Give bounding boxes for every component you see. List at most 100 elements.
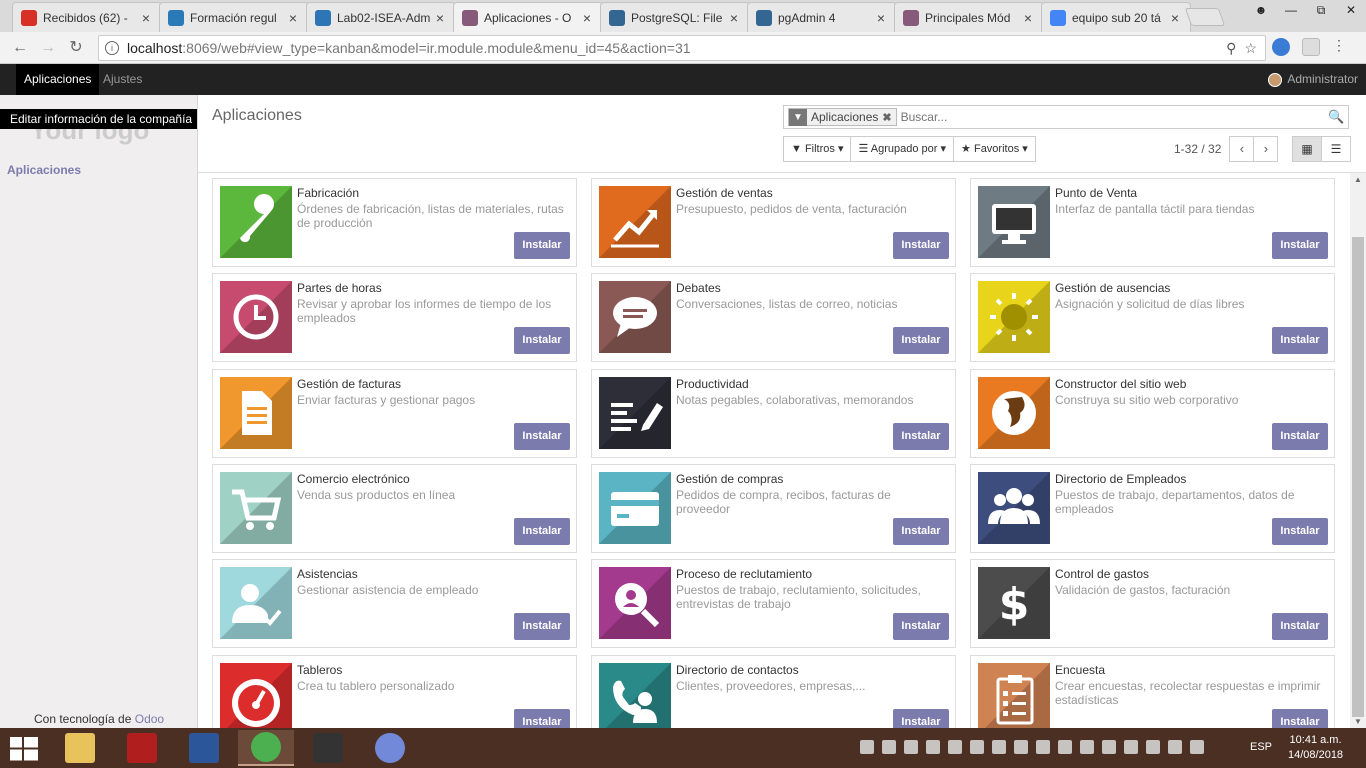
cloud-tray-icon[interactable] xyxy=(992,740,1006,754)
flag-icon[interactable] xyxy=(1146,740,1160,754)
remove-facet-icon[interactable]: ✖ xyxy=(882,111,895,124)
clock[interactable]: 10:41 a.m. 14/08/2018 xyxy=(1288,733,1343,763)
wifi-icon[interactable] xyxy=(1168,740,1182,754)
close-tab-icon[interactable]: × xyxy=(1168,10,1182,26)
pager-next-button[interactable]: › xyxy=(1253,136,1279,162)
close-tab-icon[interactable]: × xyxy=(286,10,300,26)
close-tab-icon[interactable]: × xyxy=(433,10,447,26)
scrollbar-thumb[interactable] xyxy=(1352,237,1364,717)
close-tab-icon[interactable]: × xyxy=(1021,10,1035,26)
app-card[interactable]: Constructor del sitio web Construya su si… xyxy=(970,369,1335,458)
volume-icon[interactable] xyxy=(1014,740,1028,754)
nav-ajustes[interactable]: Ajustes xyxy=(95,64,150,95)
install-button[interactable]: Instalar xyxy=(1272,423,1328,450)
app-card[interactable]: Directorio de contactos Clientes, proveed… xyxy=(591,655,956,728)
new-tab-button[interactable] xyxy=(1184,8,1226,26)
app-card[interactable]: $ Control de gastos Validación de gastos, … xyxy=(970,559,1335,648)
postgres-tray-icon[interactable] xyxy=(860,740,874,754)
app-card[interactable]: Directorio de Empleados Puestos de trabaj… xyxy=(970,464,1335,553)
zoom-search-icon[interactable]: ⚲ xyxy=(1226,40,1236,57)
info-icon[interactable]: i xyxy=(105,41,119,55)
browser-tab[interactable]: equipo sub 20 tá × xyxy=(1041,2,1191,32)
lightning-tray-icon[interactable] xyxy=(970,740,984,754)
browser-tab[interactable]: Recibidos (62) - × xyxy=(12,2,162,32)
extension-box-icon[interactable] xyxy=(1302,38,1320,56)
install-button[interactable]: Instalar xyxy=(1272,613,1328,640)
copy-tray-icon[interactable] xyxy=(948,740,962,754)
install-button[interactable]: Instalar xyxy=(893,423,949,450)
minimize-button[interactable]: — xyxy=(1276,0,1306,20)
install-button[interactable]: Instalar xyxy=(514,423,570,450)
chat-bubble-icon[interactable] xyxy=(1190,740,1204,754)
reload-button[interactable]: ↻ xyxy=(66,38,86,58)
nav-aplicaciones[interactable]: Aplicaciones xyxy=(16,64,100,95)
app-card[interactable]: Punto de Venta Interfaz de pantalla tácti… xyxy=(970,178,1335,267)
app-card[interactable]: Encuesta Crear encuestas, recolectar resp… xyxy=(970,655,1335,728)
search-input[interactable] xyxy=(900,107,1328,127)
power-icon[interactable] xyxy=(1058,740,1072,754)
mouse-tray-icon[interactable] xyxy=(904,740,918,754)
list-view-button[interactable]: ☰ xyxy=(1321,136,1351,162)
app-card[interactable]: Comercio electrónico Venda sus productos … xyxy=(212,464,577,553)
app-card[interactable]: Asistencias Gestionar asistencia de emple… xyxy=(212,559,577,648)
install-button[interactable]: Instalar xyxy=(1272,709,1328,728)
forward-button[interactable]: → xyxy=(38,38,58,58)
install-button[interactable]: Instalar xyxy=(1272,327,1328,354)
install-button[interactable]: Instalar xyxy=(893,232,949,259)
app-card[interactable]: Gestión de ausencias Asignación y solicit… xyxy=(970,273,1335,362)
maximize-button[interactable]: ⧉ xyxy=(1306,0,1336,20)
browser-tab[interactable]: Principales Mód × xyxy=(894,2,1044,32)
app-card[interactable]: Gestión de facturas Enviar facturas y ges… xyxy=(212,369,577,458)
app-card[interactable]: Productividad Notas pegables, colaborativ… xyxy=(591,369,956,458)
windows-start-icon[interactable] xyxy=(10,737,38,761)
app-card[interactable]: Proceso de reclutamiento Puestos de traba… xyxy=(591,559,956,648)
bluetooth-icon[interactable] xyxy=(1102,740,1116,754)
usb-icon[interactable] xyxy=(1036,740,1050,754)
install-button[interactable]: Instalar xyxy=(1272,518,1328,545)
url-field[interactable]: i localhost:8069/web#view_type=kanban&mo… xyxy=(98,35,1266,61)
install-button[interactable]: Instalar xyxy=(893,613,949,640)
app-card[interactable]: Debates Conversaciones, listas de correo,… xyxy=(591,273,956,362)
user-menu[interactable]: Administrator xyxy=(1268,64,1358,95)
taskbar-app[interactable] xyxy=(300,730,356,766)
app-card[interactable]: Tableros Crea tu tablero personalizado Ins… xyxy=(212,655,577,728)
profile-icon[interactable]: ☻ xyxy=(1246,0,1276,20)
install-button[interactable]: Instalar xyxy=(893,709,949,728)
install-button[interactable]: Instalar xyxy=(893,518,949,545)
app-card[interactable]: Gestión de compras Pedidos de compra, rec… xyxy=(591,464,956,553)
browser-tab[interactable]: Aplicaciones - O × xyxy=(453,2,603,33)
filters-button[interactable]: ▼ Filtros ▾ xyxy=(783,136,852,162)
bookmark-star-icon[interactable]: ☆ xyxy=(1244,40,1257,57)
install-button[interactable]: Instalar xyxy=(514,232,570,259)
group-by-button[interactable]: ☰ Agrupado por ▾ xyxy=(850,136,955,162)
install-button[interactable]: Instalar xyxy=(893,327,949,354)
sidebar-item-aplicaciones[interactable]: Aplicaciones xyxy=(7,163,81,177)
scroll-up-icon[interactable]: ▲ xyxy=(1354,175,1362,184)
back-button[interactable]: ← xyxy=(10,38,30,58)
install-button[interactable]: Instalar xyxy=(514,709,570,728)
scroll-down-icon[interactable]: ▼ xyxy=(1354,717,1362,726)
browser-tab[interactable]: PostgreSQL: File × xyxy=(600,2,750,32)
battery-icon[interactable] xyxy=(1124,740,1138,754)
favorites-button[interactable]: ★ Favoritos ▾ xyxy=(953,136,1036,162)
network-adapter-icon[interactable] xyxy=(1080,740,1094,754)
browser-tab[interactable]: Formación regul × xyxy=(159,2,309,32)
app-card[interactable]: Partes de horas Revisar y aprobar los inf… xyxy=(212,273,577,362)
taskbar-app[interactable] xyxy=(238,730,294,766)
scrollbar[interactable]: ▲ ▼ xyxy=(1350,173,1366,728)
taskbar-app[interactable] xyxy=(362,730,418,766)
browser-tab[interactable]: pgAdmin 4 × xyxy=(747,2,897,32)
taskbar-app[interactable] xyxy=(52,730,108,766)
search-icon[interactable]: 🔍 xyxy=(1328,109,1344,125)
install-button[interactable]: Instalar xyxy=(514,613,570,640)
app-card[interactable]: Fabricación Órdenes de fabricación, lista… xyxy=(212,178,577,267)
close-window-button[interactable]: ✕ xyxy=(1336,0,1366,20)
browser-tab[interactable]: Lab02-ISEA-Adm × xyxy=(306,2,456,32)
pager-previous-button[interactable]: ‹ xyxy=(1229,136,1255,162)
close-tab-icon[interactable]: × xyxy=(139,10,153,26)
menu-dots-icon[interactable]: ⋮ xyxy=(1332,38,1346,56)
close-tab-icon[interactable]: × xyxy=(727,10,741,26)
kanban-view-button[interactable]: ▦ xyxy=(1292,136,1322,162)
odoo-link[interactable]: Odoo xyxy=(135,712,164,726)
close-tab-icon[interactable]: × xyxy=(874,10,888,26)
